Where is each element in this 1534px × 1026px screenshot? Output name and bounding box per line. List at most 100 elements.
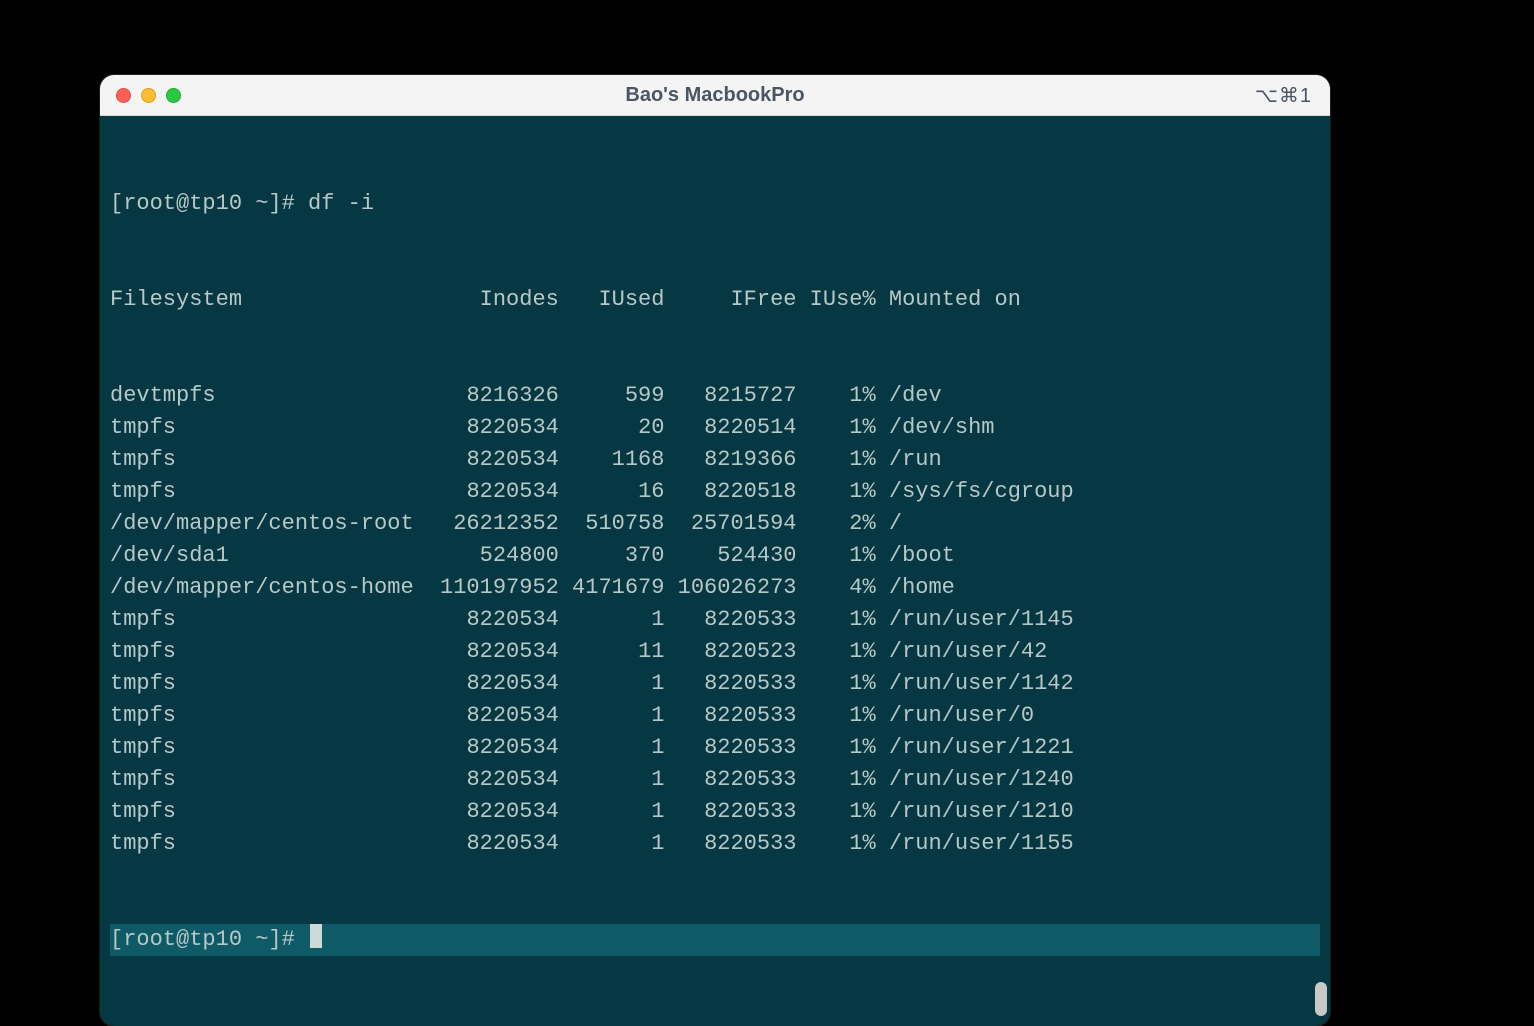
cell-inodes: 8220534 [427,732,559,764]
table-row: tmpfs8220534182205331%/run/user/1142 [110,668,1320,700]
table-row: tmpfs8220534182205331%/run/user/1155 [110,828,1320,860]
cell-filesystem: tmpfs [110,764,427,796]
minimize-icon[interactable] [141,88,156,103]
cell-iuse-pct: 1% [796,668,875,700]
cell-ifree: 106026273 [664,572,796,604]
cell-iused: 510758 [559,508,665,540]
cell-mounted-on: /run/user/1145 [876,604,1074,636]
cell-ifree: 8219366 [664,444,796,476]
cell-ifree: 8220533 [664,700,796,732]
cell-inodes: 8220534 [427,764,559,796]
cell-iuse-pct: 2% [796,508,875,540]
col-inodes: Inodes [427,284,559,316]
cell-iuse-pct: 1% [796,412,875,444]
cell-iuse-pct: 1% [796,764,875,796]
table-row: tmpfs8220534182205331%/run/user/1240 [110,764,1320,796]
traffic-lights [116,88,181,103]
cell-ifree: 25701594 [664,508,796,540]
table-row: tmpfs82205341682205181%/sys/fs/cgroup [110,476,1320,508]
cell-iused: 599 [559,380,665,412]
cell-inodes: 8220534 [427,444,559,476]
col-iuse-pct: IUse% [796,284,875,316]
table-row: tmpfs8220534116882193661%/run [110,444,1320,476]
terminal-body[interactable]: [root@tp10 ~]# df -i FilesystemInodesIUs… [100,116,1330,1026]
table-row: tmpfs82205341182205231%/run/user/42 [110,636,1320,668]
window-title: Bao's MacbookPro [100,84,1330,107]
cell-iused: 16 [559,476,665,508]
cell-iused: 11 [559,636,665,668]
table-row: /dev/mapper/centos-home11019795241716791… [110,572,1320,604]
cell-mounted-on: /run/user/1142 [876,668,1074,700]
cell-iuse-pct: 1% [796,796,875,828]
cell-mounted-on: /dev/shm [876,412,995,444]
cell-filesystem: /dev/mapper/centos-home [110,572,427,604]
cell-inodes: 8220534 [427,668,559,700]
cell-mounted-on: /run/user/1155 [876,828,1074,860]
prompt-line: [root@tp10 ~]# df -i [110,188,1320,220]
cell-iuse-pct: 1% [796,444,875,476]
command-text: df -i [308,188,374,220]
cell-ifree: 8220514 [664,412,796,444]
col-iused: IUsed [559,284,665,316]
cell-iused: 370 [559,540,665,572]
cell-ifree: 8220523 [664,636,796,668]
cell-iused: 1 [559,700,665,732]
cell-iused: 1 [559,732,665,764]
cell-inodes: 8220534 [427,636,559,668]
cell-ifree: 8220533 [664,668,796,700]
table-row: tmpfs8220534182205331%/run/user/1221 [110,732,1320,764]
scrollbar-thumb[interactable] [1315,982,1327,1016]
cell-filesystem: devtmpfs [110,380,427,412]
cell-iused: 1 [559,828,665,860]
cell-ifree: 8220533 [664,796,796,828]
cell-mounted-on: /run/user/0 [876,700,1034,732]
cell-ifree: 8220533 [664,732,796,764]
table-row: tmpfs82205342082205141%/dev/shm [110,412,1320,444]
cell-iuse-pct: 1% [796,700,875,732]
cell-iuse-pct: 1% [796,604,875,636]
cell-iuse-pct: 4% [796,572,875,604]
cell-ifree: 8220533 [664,604,796,636]
table-row: /dev/sda15248003705244301%/boot [110,540,1320,572]
cell-iuse-pct: 1% [796,732,875,764]
cell-mounted-on: / [876,508,902,540]
cell-ifree: 8220533 [664,764,796,796]
cell-inodes: 110197952 [427,572,559,604]
cursor-icon [310,924,322,948]
cell-iuse-pct: 1% [796,828,875,860]
cell-ifree: 524430 [664,540,796,572]
cell-filesystem: tmpfs [110,604,427,636]
zoom-icon[interactable] [166,88,181,103]
cell-iuse-pct: 1% [796,540,875,572]
col-ifree: IFree [664,284,796,316]
table-row: tmpfs8220534182205331%/run/user/0 [110,700,1320,732]
prompt-text: [root@tp10 ~]# [110,924,308,956]
cell-filesystem: /dev/sda1 [110,540,427,572]
cell-mounted-on: /run/user/1221 [876,732,1074,764]
col-filesystem: Filesystem [110,284,427,316]
cell-filesystem: tmpfs [110,732,427,764]
cell-iuse-pct: 1% [796,476,875,508]
cell-ifree: 8220533 [664,828,796,860]
cell-iused: 1 [559,604,665,636]
cell-mounted-on: /run/user/1210 [876,796,1074,828]
terminal-window: Bao's MacbookPro ⌥⌘1 [root@tp10 ~]# df -… [100,75,1330,1026]
prompt-line: [root@tp10 ~]# [110,924,1320,956]
cell-inodes: 8220534 [427,476,559,508]
cell-filesystem: tmpfs [110,668,427,700]
col-mounted-on: Mounted on [876,284,1021,316]
cell-iused: 1 [559,796,665,828]
titlebar[interactable]: Bao's MacbookPro ⌥⌘1 [100,75,1330,116]
close-icon[interactable] [116,88,131,103]
cell-inodes: 8220534 [427,796,559,828]
cell-inodes: 8220534 [427,828,559,860]
cell-filesystem: tmpfs [110,828,427,860]
cell-mounted-on: /run/user/42 [876,636,1048,668]
cell-inodes: 8220534 [427,604,559,636]
cell-inodes: 8216326 [427,380,559,412]
cell-filesystem: tmpfs [110,476,427,508]
table-row: tmpfs8220534182205331%/run/user/1145 [110,604,1320,636]
cell-ifree: 8220518 [664,476,796,508]
cell-mounted-on: /run/user/1240 [876,764,1074,796]
cell-mounted-on: /boot [876,540,955,572]
